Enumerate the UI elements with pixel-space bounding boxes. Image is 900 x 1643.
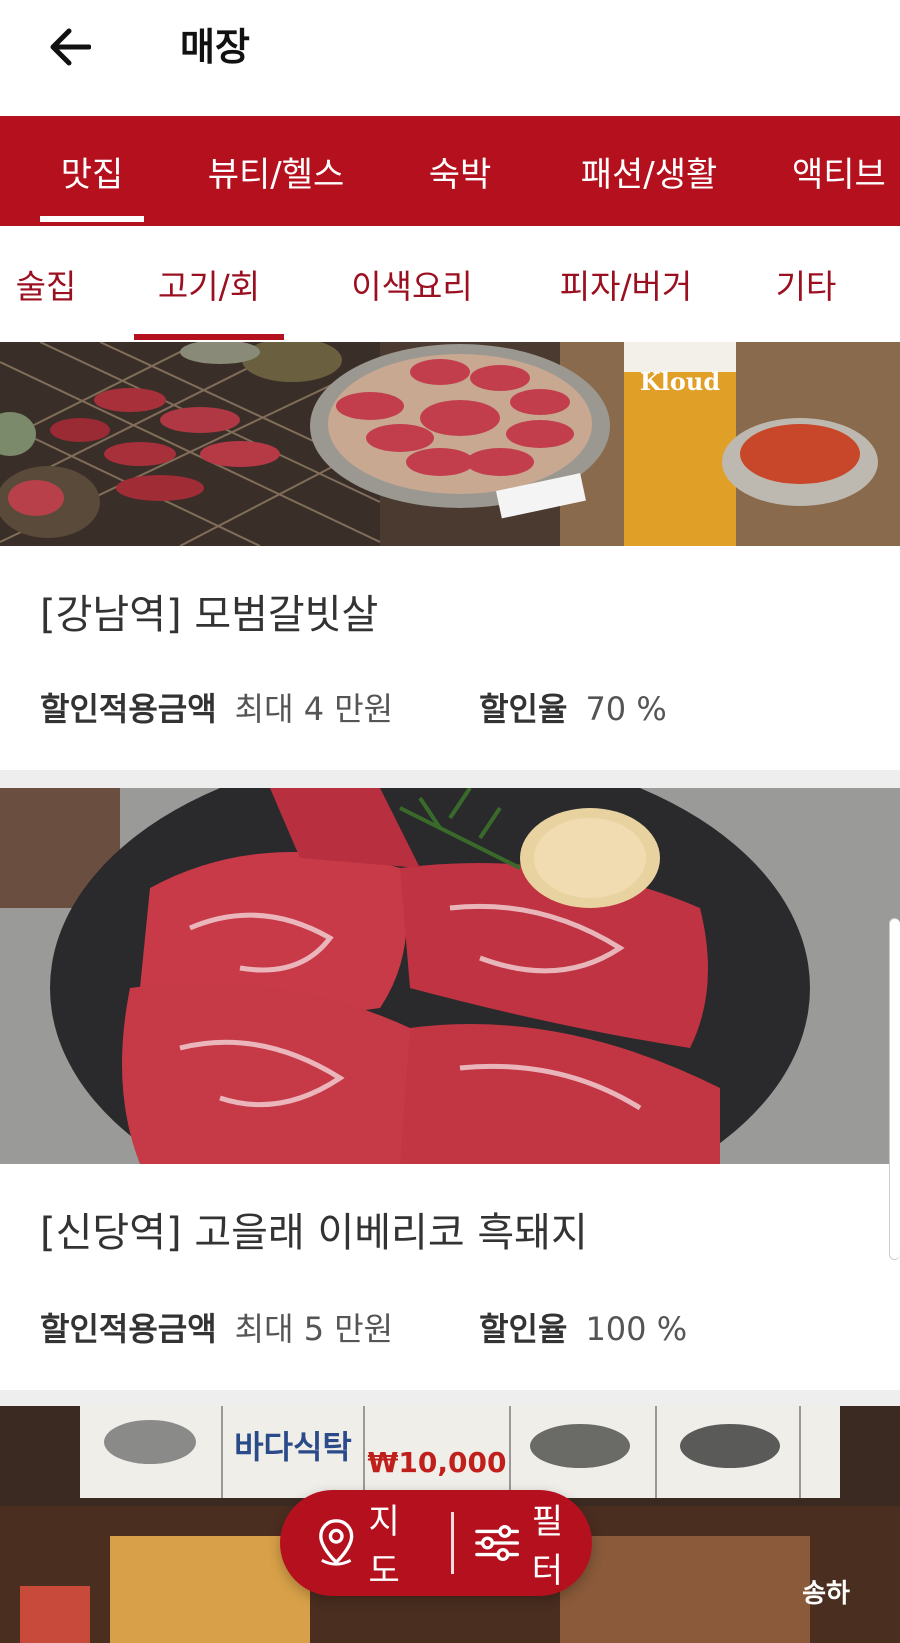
- store-discount-info: 할인적용금액 최대 4 만원 할인율 70 %: [40, 684, 667, 730]
- back-button[interactable]: [44, 22, 94, 72]
- tab-label: 패션/생활: [580, 154, 718, 195]
- tab-beauty-health[interactable]: 뷰티/헬스: [196, 116, 356, 226]
- tab-label: 피자/버거: [559, 267, 693, 306]
- discount-rate-label: 할인율: [479, 1310, 568, 1348]
- store-photo: Kloud: [0, 342, 900, 546]
- store-name: [강남역] 모범갈빗살: [40, 592, 379, 638]
- discount-amount-label: 할인적용금액: [40, 1310, 217, 1348]
- tab-restaurants[interactable]: 맛집: [40, 116, 144, 226]
- active-tab-indicator: [40, 216, 144, 222]
- divider: [450, 1512, 454, 1574]
- scrollbar[interactable]: [889, 918, 900, 1260]
- tab-label: 이색요리: [351, 267, 473, 306]
- tab-label: 맛집: [60, 154, 124, 195]
- discount-amount-value: 최대 4 만원: [234, 690, 394, 728]
- active-subtab-indicator: [134, 334, 284, 340]
- tab-label: 액티브: [792, 154, 886, 195]
- tab-label: 고기/회: [157, 267, 261, 306]
- discount-rate-value: 70 %: [585, 690, 667, 728]
- app-bar: 매장: [0, 0, 900, 116]
- store-photo: [0, 788, 900, 1164]
- filter-button[interactable]: 필터: [454, 1490, 592, 1596]
- tab-label: 숙박: [428, 154, 492, 195]
- subtab-unique-food[interactable]: 이색요리: [342, 226, 482, 342]
- map-label: 지도: [368, 1502, 400, 1591]
- tab-fashion-living[interactable]: 패션/생활: [566, 116, 732, 226]
- sign-price-text: ₩10,000: [368, 1446, 507, 1479]
- discount-amount-label: 할인적용금액: [40, 690, 217, 728]
- tab-label: 뷰티/헬스: [207, 154, 345, 195]
- store-card[interactable]: [신당역] 고을래 이베리코 흑돼지 할인적용금액 최대 5 만원 할인율 100 %: [0, 788, 900, 1390]
- discount-amount-value: 최대 5 만원: [234, 1310, 394, 1348]
- map-pin-icon: [319, 1519, 354, 1566]
- filter-label: 필터: [531, 1502, 564, 1591]
- store-discount-info: 할인적용금액 최대 5 만원 할인율 100 %: [40, 1304, 687, 1350]
- map-filter-floating-bar: 지도 필터: [280, 1490, 592, 1596]
- watermark-text: 송하: [802, 1579, 850, 1609]
- map-button[interactable]: 지도: [280, 1490, 451, 1596]
- discount-rate-value: 100 %: [585, 1310, 688, 1348]
- primary-tab-bar: 맛집 뷰티/헬스 숙박 패션/생활 액티브: [0, 116, 900, 226]
- secondary-tab-bar: 술집 고기/회 이색요리 피자/버거 기타: [0, 226, 900, 342]
- page-title: 매장: [180, 25, 250, 69]
- sign-text: 바다식탁: [234, 1428, 352, 1466]
- subtab-meat-sashimi[interactable]: 고기/회: [134, 226, 284, 342]
- discount-rate-label: 할인율: [479, 690, 568, 728]
- store-card[interactable]: Kloud [강남역] 모범갈빗살 할인적용금액 최대 4 만원 할인율 70 %: [0, 342, 900, 770]
- subtab-pizza-burger[interactable]: 피자/버거: [554, 226, 698, 342]
- tab-lodging[interactable]: 숙박: [420, 116, 500, 226]
- tab-activity[interactable]: 액티브: [792, 116, 900, 226]
- subtab-etc[interactable]: 기타: [770, 226, 842, 342]
- tab-label: 기타: [775, 267, 837, 306]
- tab-label: 술집: [15, 267, 77, 306]
- subtab-bars[interactable]: 술집: [14, 226, 78, 342]
- arrow-left-icon: [50, 28, 91, 66]
- store-name: [신당역] 고을래 이베리코 흑돼지: [40, 1210, 588, 1256]
- filter-sliders-icon: [474, 1524, 519, 1562]
- beer-brand-text: Kloud: [640, 367, 720, 396]
